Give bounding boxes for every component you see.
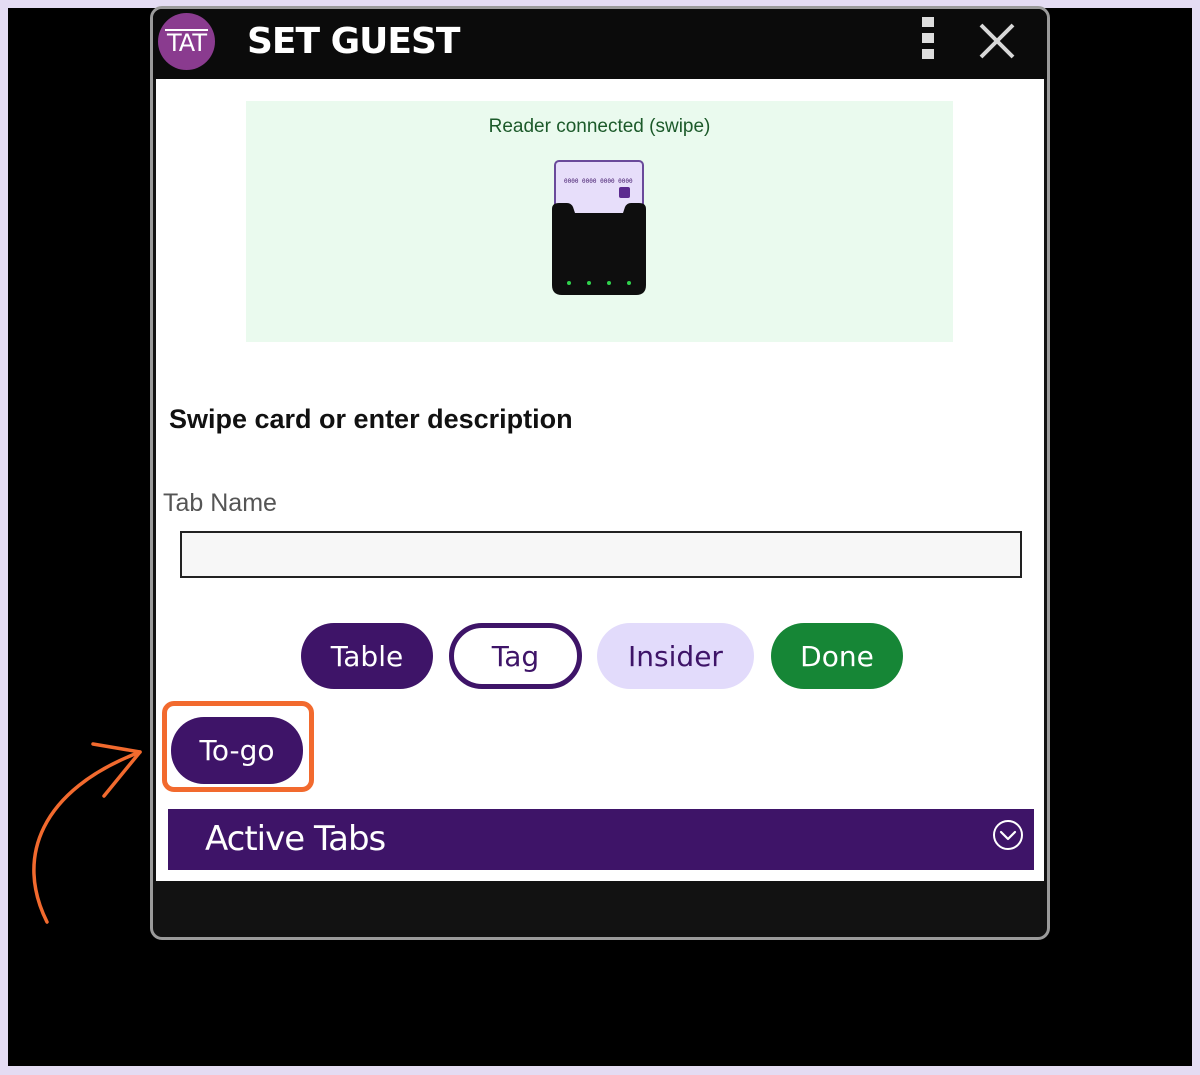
dialog-title: SET GUEST (247, 21, 460, 62)
set-guest-dialog: TAT SET GUEST Reader connected (swipe) 0… (150, 6, 1050, 940)
card-reader-panel: Reader connected (swipe) 0000 0000 0000 … (246, 101, 953, 342)
swipe-prompt: Swipe card or enter description (169, 404, 573, 434)
dialog-content: Reader connected (swipe) 0000 0000 0000 … (156, 79, 1044, 881)
active-tabs-label: Active Tabs (205, 819, 386, 859)
tag-button[interactable]: Tag (449, 623, 582, 689)
active-tabs-header[interactable]: Active Tabs (168, 809, 1034, 870)
table-button[interactable]: Table (301, 623, 433, 689)
togo-button[interactable]: To-go (171, 717, 303, 784)
tab-name-input[interactable] (180, 531, 1022, 578)
card-reader-icon: 0000 0000 0000 0000 (549, 159, 649, 304)
close-icon[interactable] (975, 19, 1019, 63)
kebab-menu-icon[interactable] (920, 17, 936, 67)
reader-status: Reader connected (swipe) (488, 116, 711, 137)
app-logo-text: TAT (164, 28, 208, 57)
done-button[interactable]: Done (771, 623, 903, 689)
chevron-down-circle-icon[interactable] (992, 819, 1024, 856)
card-number-mask: 0000 0000 0000 0000 (564, 178, 633, 185)
app-logo: TAT (158, 13, 215, 70)
tab-name-label: Tab Name (163, 489, 277, 517)
dialog-titlebar: TAT SET GUEST (153, 9, 1047, 79)
insider-button[interactable]: Insider (597, 623, 754, 689)
